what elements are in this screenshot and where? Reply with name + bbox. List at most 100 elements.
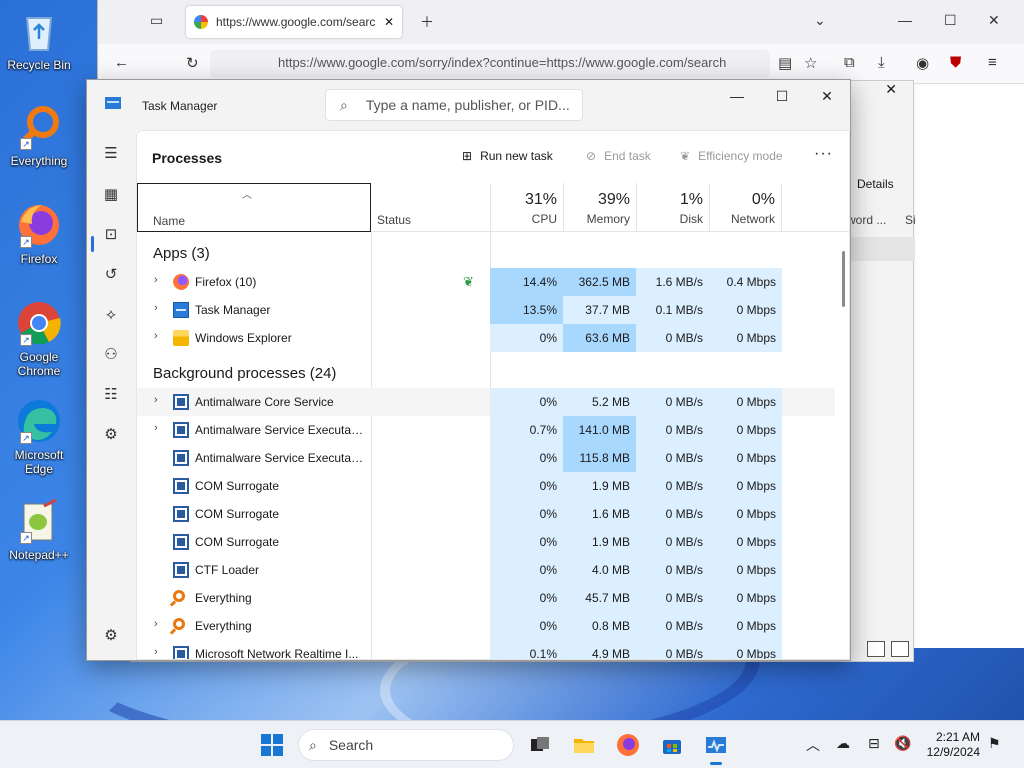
expand-chevron-icon[interactable]: › (154, 618, 158, 630)
address-bar[interactable]: https://www.google.com/sorry/index?conti… (210, 50, 770, 78)
network-icon[interactable]: ⊟ (868, 735, 880, 752)
expand-chevron-icon[interactable]: › (154, 302, 158, 314)
settings-icon[interactable]: ⚙ (101, 626, 121, 646)
chevron-up-icon[interactable]: ︿ (806, 735, 820, 755)
run-new-task-button[interactable]: ⊞ Run new task (462, 149, 553, 163)
taskbar-search[interactable]: ⌕ Search (298, 729, 514, 761)
table-row[interactable] (847, 237, 915, 261)
ublock-icon[interactable]: ⛊ (950, 54, 961, 71)
close-tab-icon[interactable]: ✕ (384, 15, 394, 29)
desktop-icon-chrome[interactable]: ↗ Google Chrome (4, 300, 74, 378)
desktop-icon-label: Notepad++ (9, 548, 69, 562)
firefox-icon (173, 274, 189, 290)
processes-icon[interactable]: ▦ (101, 185, 121, 205)
browser-tab[interactable]: https://www.google.com/searc ✕ (186, 6, 402, 38)
volume-muted-icon[interactable]: 🔇 (894, 735, 911, 752)
new-tab-icon[interactable]: ＋ (420, 12, 434, 32)
tab-list-icon[interactable]: ▭ (150, 12, 163, 29)
hamburger-menu-icon[interactable]: ☰ (101, 144, 121, 164)
efficiency-mode-button[interactable]: ❦ Efficiency mode (680, 149, 783, 163)
disk-column-header[interactable]: 1% Disk (636, 183, 709, 232)
details-column-header[interactable]: Details (857, 177, 894, 191)
menu-icon[interactable]: ≡ (988, 54, 997, 71)
search-icon: ⌕ (309, 736, 317, 753)
reader-icon[interactable]: ▤ (778, 54, 792, 72)
process-row[interactable]: › Antimalware Service Executable 0.7% 141.0… (137, 416, 835, 444)
task-manager-window[interactable]: Task Manager ⌕ Type a name, publisher, o… (86, 79, 851, 661)
minimize-button[interactable]: — (725, 88, 749, 104)
group-header[interactable]: Apps (3) (137, 232, 835, 268)
expand-chevron-icon[interactable]: › (154, 422, 158, 434)
expand-chevron-icon[interactable]: › (154, 394, 158, 406)
desktop-icon-recycle-bin[interactable]: Recycle Bin (4, 8, 74, 72)
details-icon[interactable]: ☷ (101, 385, 121, 405)
bookmark-star-icon[interactable]: ☆ (804, 54, 817, 72)
end-task-button[interactable]: ⊘ End task (586, 149, 651, 163)
disk-value: 0 MB/s (636, 528, 709, 556)
process-row[interactable]: Antimalware Service Executabl... 0% 115.8 … (137, 444, 835, 472)
process-row[interactable]: › Microsoft Network Realtime I... 0.1% 4.9 … (137, 640, 835, 659)
status-column-header[interactable]: Status (377, 213, 411, 227)
expand-chevron-icon[interactable]: › (154, 646, 158, 658)
firefox-taskbar-icon[interactable] (616, 733, 640, 757)
reload-icon[interactable]: ↻ (186, 54, 199, 72)
details-view-icon[interactable] (867, 641, 885, 657)
process-row[interactable]: Everything 0% 45.7 MB 0 MB/s 0 Mbps (137, 584, 835, 612)
task-view-icon[interactable] (528, 733, 552, 757)
more-options-icon[interactable]: ··· (814, 145, 833, 163)
store-icon[interactable] (660, 733, 684, 757)
process-row[interactable]: COM Surrogate 0% 1.9 MB 0 MB/s 0 Mbps (137, 528, 835, 556)
cloud-offline-icon[interactable]: ☁ (836, 735, 850, 752)
back-icon[interactable]: ← (114, 54, 129, 71)
process-row[interactable]: CTF Loader 0% 4.0 MB 0 MB/s 0 Mbps (137, 556, 835, 584)
expand-chevron-icon[interactable]: › (154, 274, 158, 286)
network-column-header[interactable]: 0% Network (709, 183, 782, 232)
process-row[interactable]: COM Surrogate 0% 1.6 MB 0 MB/s 0 Mbps (137, 500, 835, 528)
file-explorer-icon[interactable] (572, 733, 596, 757)
close-icon[interactable]: ✕ (988, 12, 1000, 29)
process-row[interactable]: COM Surrogate 0% 1.9 MB 0 MB/s 0 Mbps (137, 472, 835, 500)
desktop-icon-notepadpp[interactable]: ↗ Notepad++ (4, 498, 74, 562)
column-header[interactable]: Si (905, 213, 916, 227)
disk-value: 0 MB/s (636, 472, 709, 500)
desktop-icon-edge[interactable]: ↗ Microsoft Edge (4, 398, 74, 476)
maximize-button[interactable]: ☐ (770, 88, 794, 105)
process-row[interactable]: › Task Manager 13.5% 37.7 MB 0.1 MB/s 0 Mbps (137, 296, 835, 324)
process-row[interactable]: › Everything 0% 0.8 MB 0 MB/s 0 Mbps (137, 612, 835, 640)
search-input[interactable]: ⌕ Type a name, publisher, or PID... (325, 89, 583, 121)
close-button[interactable]: ✕ (815, 88, 839, 105)
notifications-icon[interactable]: ⚑ (988, 735, 1001, 752)
process-row[interactable]: › Windows Explorer 0% 63.6 MB 0 MB/s 0 Mbps (137, 324, 835, 352)
app-history-icon[interactable]: ↺ (101, 265, 121, 285)
desktop-icon-firefox[interactable]: ↗ Firefox (4, 202, 74, 266)
extensions-icon[interactable]: ⧉ (844, 54, 855, 71)
cpu-column-header[interactable]: 31% CPU (490, 183, 563, 232)
desktop-icon-everything[interactable]: ↗ Everything (4, 104, 74, 168)
start-button[interactable] (261, 734, 283, 756)
group-header[interactable]: Background processes (24) (137, 352, 835, 388)
chevron-down-icon[interactable]: ⌄ (814, 12, 826, 29)
services-icon[interactable]: ⚙ (101, 425, 121, 445)
process-row[interactable]: › Antimalware Core Service 0% 5.2 MB 0 MB/s 0… (137, 388, 835, 416)
column-header[interactable]: word ... (847, 213, 886, 227)
tiles-view-icon[interactable] (891, 641, 909, 657)
minimize-icon[interactable]: — (898, 12, 912, 28)
mem-value: 5.2 MB (563, 388, 636, 416)
close-icon[interactable]: ✕ (885, 81, 897, 98)
maximize-icon[interactable]: ☐ (944, 12, 957, 29)
cpu-value: 0% (490, 556, 563, 584)
process-row[interactable]: › Firefox (10) ❦ 14.4% 362.5 MB 1.6 MB/s 0.4 M… (137, 268, 835, 296)
clock[interactable]: 2:21 AM 12/9/2024 (922, 730, 980, 760)
account-icon[interactable]: ◉ (916, 54, 929, 72)
performance-icon[interactable]: ⊡ (101, 225, 121, 245)
users-icon[interactable]: ⚇ (101, 345, 121, 365)
expand-chevron-icon[interactable]: › (154, 330, 158, 342)
downloads-icon[interactable]: ⤓ (878, 54, 885, 71)
name-column-header[interactable]: ︿ Name (137, 183, 371, 232)
scrollbar[interactable] (842, 251, 845, 307)
mem-value: 4.9 MB (563, 640, 636, 659)
search-placeholder: Search (328, 737, 374, 753)
task-manager-taskbar-icon[interactable] (704, 733, 728, 765)
startup-apps-icon[interactable]: ⟡ (101, 305, 121, 325)
memory-column-header[interactable]: 39% Memory (563, 183, 636, 232)
